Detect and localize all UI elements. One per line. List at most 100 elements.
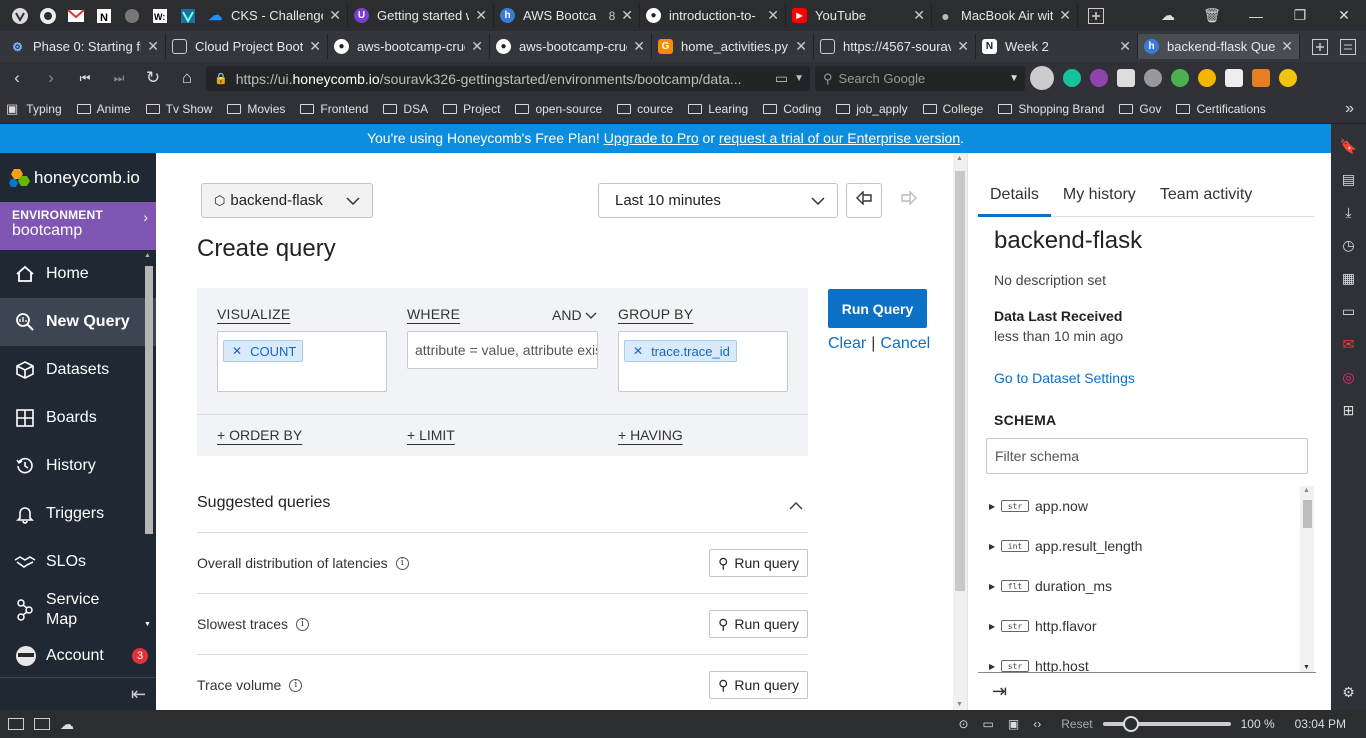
schema-row[interactable]: ▶ str http.host [986,646,1316,672]
extension-r-icon[interactable] [1225,69,1243,87]
close-icon[interactable]: ✕ [957,38,969,55]
downloads-icon[interactable]: ⤓ [1340,202,1357,222]
collapse-details-icon[interactable]: ⇥ [978,672,1316,710]
globe-pin-icon[interactable] [120,4,144,28]
trash-icon[interactable]: 🗑 [1190,7,1234,24]
scroll-down-icon[interactable]: ▼ [956,701,963,708]
scroll-down-icon[interactable]: ▼ [144,621,151,628]
close-icon[interactable]: ✕ [475,7,487,24]
sync-cloud-icon[interactable]: ☁ [60,716,74,733]
main-scrollbar[interactable]: ▲ ▼ [953,153,967,710]
search-field[interactable]: ⚲ Search Google ▼ [815,66,1025,91]
scroll-down-icon[interactable]: ▼ [1303,664,1310,671]
run-query-button[interactable]: Run Query [828,289,927,328]
tab-backend-flask[interactable]: h backend-flask Query ✕ [1138,34,1300,59]
add-limit-link[interactable]: + LIMIT [407,427,455,443]
previous-query-button[interactable] [846,183,882,218]
tab-4567[interactable]: https://4567-sourav ✕ [814,34,976,59]
add-having-link[interactable]: + HAVING [618,427,683,443]
run-suggested-query-button[interactable]: ⚲ Run query [709,610,808,638]
bookmark-item[interactable]: Movies [227,102,285,116]
close-icon[interactable]: ✕ [329,7,341,24]
sidebar-item-new-query[interactable]: New Query [0,298,156,346]
and-or-toggle[interactable]: AND [552,307,597,323]
schema-row[interactable]: ▶ str app.now [986,486,1316,526]
expand-icon[interactable]: ▶ [986,502,1001,511]
images-icon[interactable]: ▣ [1008,717,1019,731]
fast-forward-icon[interactable]: ⏭ [102,71,136,86]
bookmark-item[interactable]: cource [617,102,673,116]
collapse-suggested-icon[interactable] [789,497,803,513]
wordpress-pin-icon[interactable]: W: [148,4,172,28]
reload-icon[interactable]: ↻ [136,68,170,88]
gmail-pin-icon[interactable] [64,4,88,28]
notes-icon[interactable]: ▦ [1340,268,1357,288]
extension-chrome-icon[interactable] [1198,69,1216,87]
cloud-sync-icon[interactable]: ☁ [1146,7,1190,24]
tab-4[interactable]: ● introduction-to- ✕ [640,3,786,28]
zoom-reset[interactable]: Reset [1061,717,1092,731]
sidebar-item-history[interactable]: History [0,442,156,490]
extension-edit-icon[interactable] [1117,69,1135,87]
extension-cookie-icon[interactable] [1144,69,1162,87]
filter-schema-input[interactable]: Filter schema [986,438,1308,474]
info-icon[interactable]: i [395,556,409,570]
forward-icon[interactable]: › [34,68,68,88]
run-suggested-query-button[interactable]: ⚲ Run query [709,671,808,699]
sidebar-item-home[interactable]: Home [0,250,156,298]
tab-home-activities[interactable]: G home_activities.py - ✕ [652,34,814,59]
sidebar-scroll-thumb[interactable] [145,266,153,534]
bookmark-item[interactable]: Gov [1119,102,1161,116]
bookmark-item[interactable]: open-source [515,102,602,116]
capture-icon[interactable]: ⊙ [958,717,968,731]
tab-3[interactable]: h AWS Bootca 8 ✕ [494,3,640,28]
bookmark-item[interactable]: DSA [383,102,428,116]
expand-icon[interactable]: ▶ [986,542,1001,551]
close-icon[interactable]: ✕ [633,38,645,55]
expand-icon[interactable]: ▶ [986,582,1001,591]
zoom-slider-knob[interactable] [1122,716,1139,732]
schema-row[interactable]: ▶ str http.flavor [986,606,1316,646]
bookmark-toggle-icon[interactable]: ▣ [6,101,18,117]
minimize-icon[interactable]: — [1234,8,1278,24]
group-by-chip[interactable]: ✕ trace.trace_id [624,340,737,362]
settings-icon[interactable]: ⚙ [1340,682,1357,702]
tab-2[interactable]: U Getting started w ✕ [348,3,494,28]
vivaldi-menu-icon[interactable] [8,4,32,28]
sidebar-item-datasets[interactable]: Datasets [0,346,156,394]
new-tab-icon[interactable] [1308,35,1332,59]
tab-aws-crud-2[interactable]: ● aws-bootcamp-crud ✕ [490,34,652,59]
tab-aws-crud-1[interactable]: ● aws-bootcamp-crud ✕ [328,34,490,59]
bookmark-item[interactable]: Project [443,102,500,116]
search-engine-dropdown-icon[interactable]: ▼ [1009,73,1019,84]
bookmark-item[interactable]: Learing [688,102,748,116]
code-icon[interactable]: ‹› [1033,717,1041,731]
info-icon[interactable]: i [289,678,303,692]
scroll-up-icon[interactable]: ▲ [144,252,151,259]
tab-team-activity[interactable]: Team activity [1148,175,1264,217]
reading-list-icon[interactable]: ▤ [1340,169,1357,189]
add-web-panel-icon[interactable]: ⊞ [1340,400,1357,420]
schema-scrollbar[interactable]: ▲ ▼ [1300,486,1314,672]
github-pin-icon[interactable] [36,4,60,28]
close-window-icon[interactable]: ✕ [1322,7,1366,24]
remove-chip-icon[interactable]: ✕ [625,344,651,358]
extension-w-icon[interactable] [1090,69,1108,87]
tab-1[interactable]: ☁ CKS - Challenges ✕ [202,3,348,28]
close-icon[interactable]: ✕ [1059,7,1071,24]
bookmark-icon[interactable]: ▭ [775,70,788,87]
back-icon[interactable]: ‹ [0,68,34,88]
clear-link[interactable]: Clear [828,335,866,352]
close-icon[interactable]: ✕ [147,38,159,55]
new-tab-icon[interactable] [1084,4,1108,28]
schema-row[interactable]: ▶ int app.result_length [986,526,1316,566]
run-suggested-query-button[interactable]: ⚲ Run query [709,549,808,577]
visualize-label[interactable]: VISUALIZE [217,306,387,322]
instagram-panel-icon[interactable]: ◎ [1340,367,1357,387]
upgrade-link[interactable]: Upgrade to Pro [604,130,699,146]
tab-details[interactable]: Details [978,175,1051,217]
dataset-selector[interactable]: ⬡ backend-flask [201,183,373,218]
tile-tabs-icon[interactable] [34,718,50,730]
remove-chip-icon[interactable]: ✕ [224,344,250,358]
tab-phase0[interactable]: ⚙ Phase 0: Starting fro ✕ [4,34,166,59]
